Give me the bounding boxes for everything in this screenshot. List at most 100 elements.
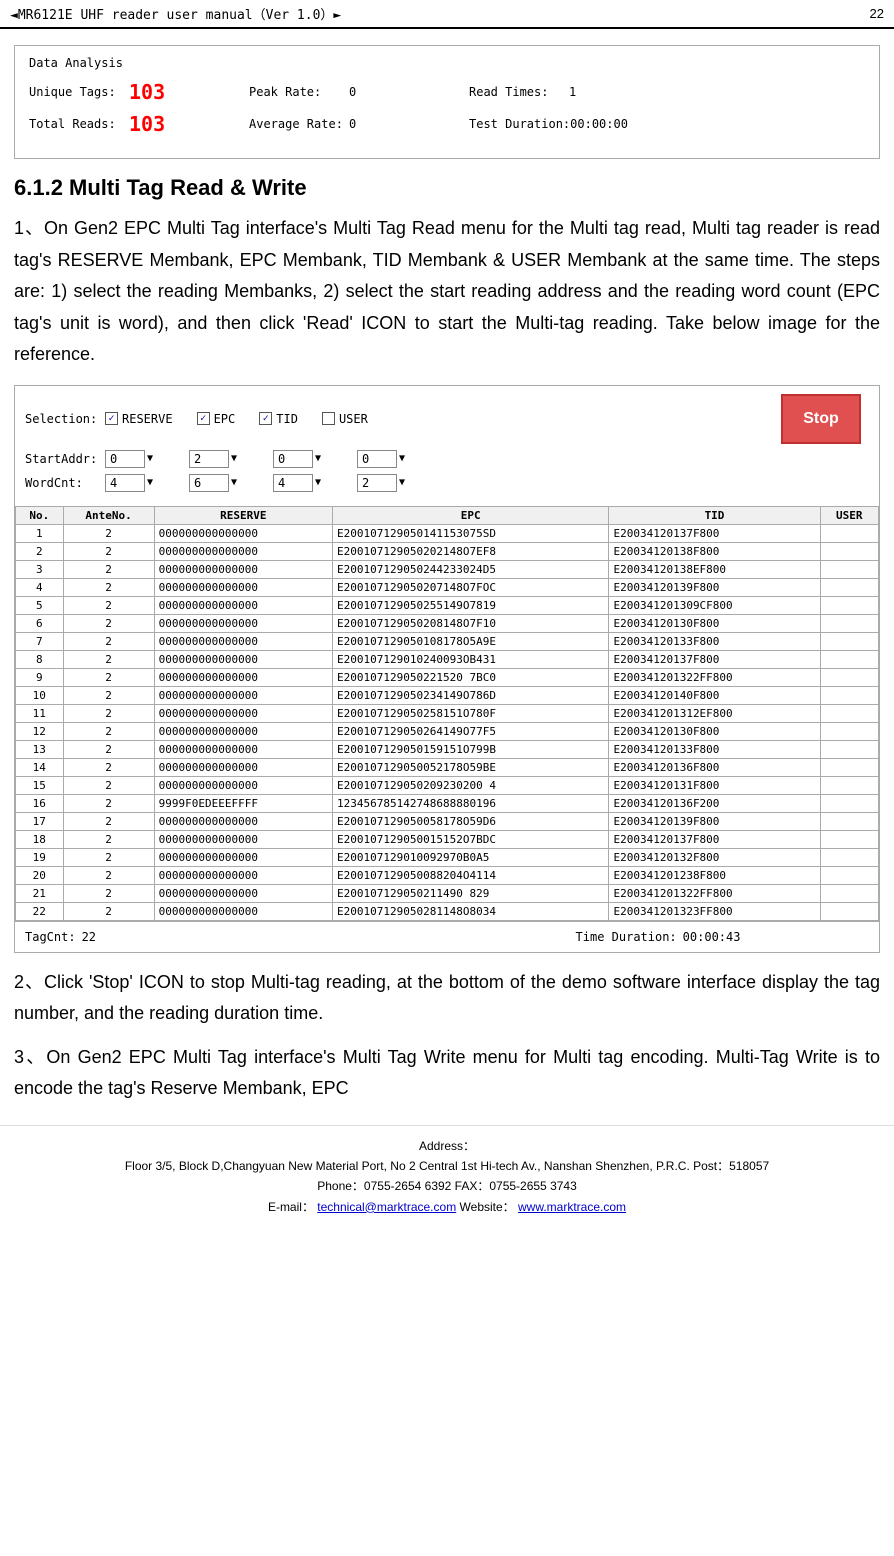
table-cell: E200107129050264149O77F5: [333, 722, 609, 740]
checkbox-epc[interactable]: ✓ EPC: [197, 412, 236, 426]
wordcnt-val-2: 6: [189, 474, 229, 492]
table-cell: 000000000000000: [154, 596, 332, 614]
startaddr-val-2: 2: [189, 450, 229, 468]
table-cell: 000000000000000: [154, 578, 332, 596]
table-cell: E200107129050052178O59BE: [333, 758, 609, 776]
table-cell: E20034120133F800: [609, 632, 820, 650]
table-cell: 2: [63, 884, 154, 902]
table-cell: [820, 740, 878, 758]
table-cell: 4: [16, 578, 64, 596]
table-cell: 123456785142748688880196: [333, 794, 609, 812]
checkbox-user[interactable]: USER: [322, 412, 368, 426]
wordcnt-dd-2[interactable]: 6 ▼: [189, 474, 259, 492]
table-row: 52000000000000000E200107129050255149O781…: [16, 596, 879, 614]
footer-website-link[interactable]: www.marktrace.com: [518, 1200, 626, 1214]
table-cell: E200107129050141153075SD: [333, 524, 609, 542]
table-row: 22000000000000000E200107129050202148O7EF…: [16, 542, 879, 560]
checkbox-epc-box[interactable]: ✓: [197, 412, 210, 425]
startaddr-dd-4[interactable]: 0 ▼: [357, 450, 427, 468]
table-cell: E200107129050208148O7F10: [333, 614, 609, 632]
col-reserve: RESERVE: [154, 506, 332, 524]
da-peak-rate: Peak Rate: 0: [249, 85, 469, 99]
startaddr-dd-1[interactable]: 0 ▼: [105, 450, 175, 468]
startaddr-arrow-3[interactable]: ▼: [315, 453, 321, 464]
interface-panel: Selection: ✓ RESERVE ✓ EPC ✓ TID USER: [14, 385, 880, 953]
footer-line-3: Phone：0755-2654 6392 FAX：0755-2655 3743: [14, 1176, 880, 1196]
test-duration-label: Test Duration:: [469, 117, 570, 131]
table-cell: 000000000000000: [154, 902, 332, 920]
wordcnt-arrow-4[interactable]: ▼: [399, 477, 405, 488]
table-cell: [820, 650, 878, 668]
startaddr-dd-2[interactable]: 2 ▼: [189, 450, 259, 468]
table-cell: [820, 704, 878, 722]
data-analysis-title: Data Analysis: [29, 56, 865, 70]
checkbox-user-box[interactable]: [322, 412, 335, 425]
checkbox-user-label: USER: [339, 412, 368, 426]
table-row: 92000000000000000E200107129050221520 7BC…: [16, 668, 879, 686]
table-row: 32000000000000000E200107129050244233024D…: [16, 560, 879, 578]
startaddr-arrow-2[interactable]: ▼: [231, 453, 237, 464]
checkbox-tid[interactable]: ✓ TID: [259, 412, 298, 426]
table-cell: E200107129050015152O7BDC: [333, 830, 609, 848]
table-cell: [820, 758, 878, 776]
startaddr-row: StartAddr: 0 ▼ 2 ▼ 0 ▼ 0 ▼: [25, 450, 869, 468]
table-cell: 000000000000000: [154, 776, 332, 794]
da-unique-tags: Unique Tags: 103: [29, 80, 249, 104]
table-cell: [820, 578, 878, 596]
wordcnt-arrow-1[interactable]: ▼: [147, 477, 153, 488]
timeduration-value: 00:00:43: [683, 930, 741, 944]
table-cell: E200107129050234149O786D: [333, 686, 609, 704]
table-cell: 9999F0EDEEEFFFF: [154, 794, 332, 812]
wordcnt-val-4: 2: [357, 474, 397, 492]
table-cell: E200107129010240093OB431: [333, 650, 609, 668]
footer-email-link[interactable]: technical@marktrace.com: [317, 1200, 456, 1214]
table-cell: E200341201323FF800: [609, 902, 820, 920]
table-cell: E200341201322FF800: [609, 884, 820, 902]
table-cell: E200107129050211490 829: [333, 884, 609, 902]
table-cell: 20: [16, 866, 64, 884]
table-row: 12000000000000000E200107129050141153075S…: [16, 524, 879, 542]
checkbox-epc-label: EPC: [214, 412, 236, 426]
wordcnt-dd-1[interactable]: 4 ▼: [105, 474, 175, 492]
table-cell: [820, 614, 878, 632]
tagcnt-section: TagCnt: 22: [25, 930, 447, 944]
table-cell: 2: [63, 740, 154, 758]
iface-footer: TagCnt: 22 Time Duration: 00:00:43: [15, 921, 879, 952]
peak-rate-value: 0: [349, 85, 429, 99]
table-cell: [820, 560, 878, 578]
table-cell: E20034120130F800: [609, 614, 820, 632]
table-cell: 2: [63, 866, 154, 884]
table-cell: [820, 668, 878, 686]
footer-line-4: E-mail： technical@marktrace.com Website：…: [14, 1197, 880, 1217]
checkbox-reserve[interactable]: ✓ RESERVE: [105, 412, 173, 426]
checkbox-tid-box[interactable]: ✓: [259, 412, 272, 425]
table-cell: E20034120138EF800: [609, 560, 820, 578]
table-row: 62000000000000000E200107129050208148O7F1…: [16, 614, 879, 632]
table-row: 172000000000000000E200107129050058178O59…: [16, 812, 879, 830]
table-cell: 2: [63, 848, 154, 866]
startaddr-arrow-4[interactable]: ▼: [399, 453, 405, 464]
stop-button[interactable]: Stop: [781, 394, 861, 444]
table-cell: 000000000000000: [154, 866, 332, 884]
total-reads-label: Total Reads:: [29, 117, 129, 131]
table-cell: E20034120136F800: [609, 758, 820, 776]
table-cell: 2: [63, 542, 154, 560]
table-cell: 22: [16, 902, 64, 920]
startaddr-dd-3[interactable]: 0 ▼: [273, 450, 343, 468]
da-test-duration: Test Duration: 00:00:00: [469, 117, 689, 131]
table-cell: E20034120137F800: [609, 524, 820, 542]
table-cell: E200107129010092970B0A5: [333, 848, 609, 866]
startaddr-arrow-1[interactable]: ▼: [147, 453, 153, 464]
wordcnt-dd-3[interactable]: 4 ▼: [273, 474, 343, 492]
table-cell: 000000000000000: [154, 614, 332, 632]
wordcnt-arrow-3[interactable]: ▼: [315, 477, 321, 488]
test-duration-value: 00:00:00: [570, 117, 650, 131]
table-cell: 10: [16, 686, 64, 704]
wordcnt-dd-4[interactable]: 2 ▼: [357, 474, 427, 492]
col-epc: EPC: [333, 506, 609, 524]
table-cell: E20034120139F800: [609, 812, 820, 830]
table-cell: 000000000000000: [154, 542, 332, 560]
table-cell: 000000000000000: [154, 848, 332, 866]
checkbox-reserve-box[interactable]: ✓: [105, 412, 118, 425]
wordcnt-arrow-2[interactable]: ▼: [231, 477, 237, 488]
